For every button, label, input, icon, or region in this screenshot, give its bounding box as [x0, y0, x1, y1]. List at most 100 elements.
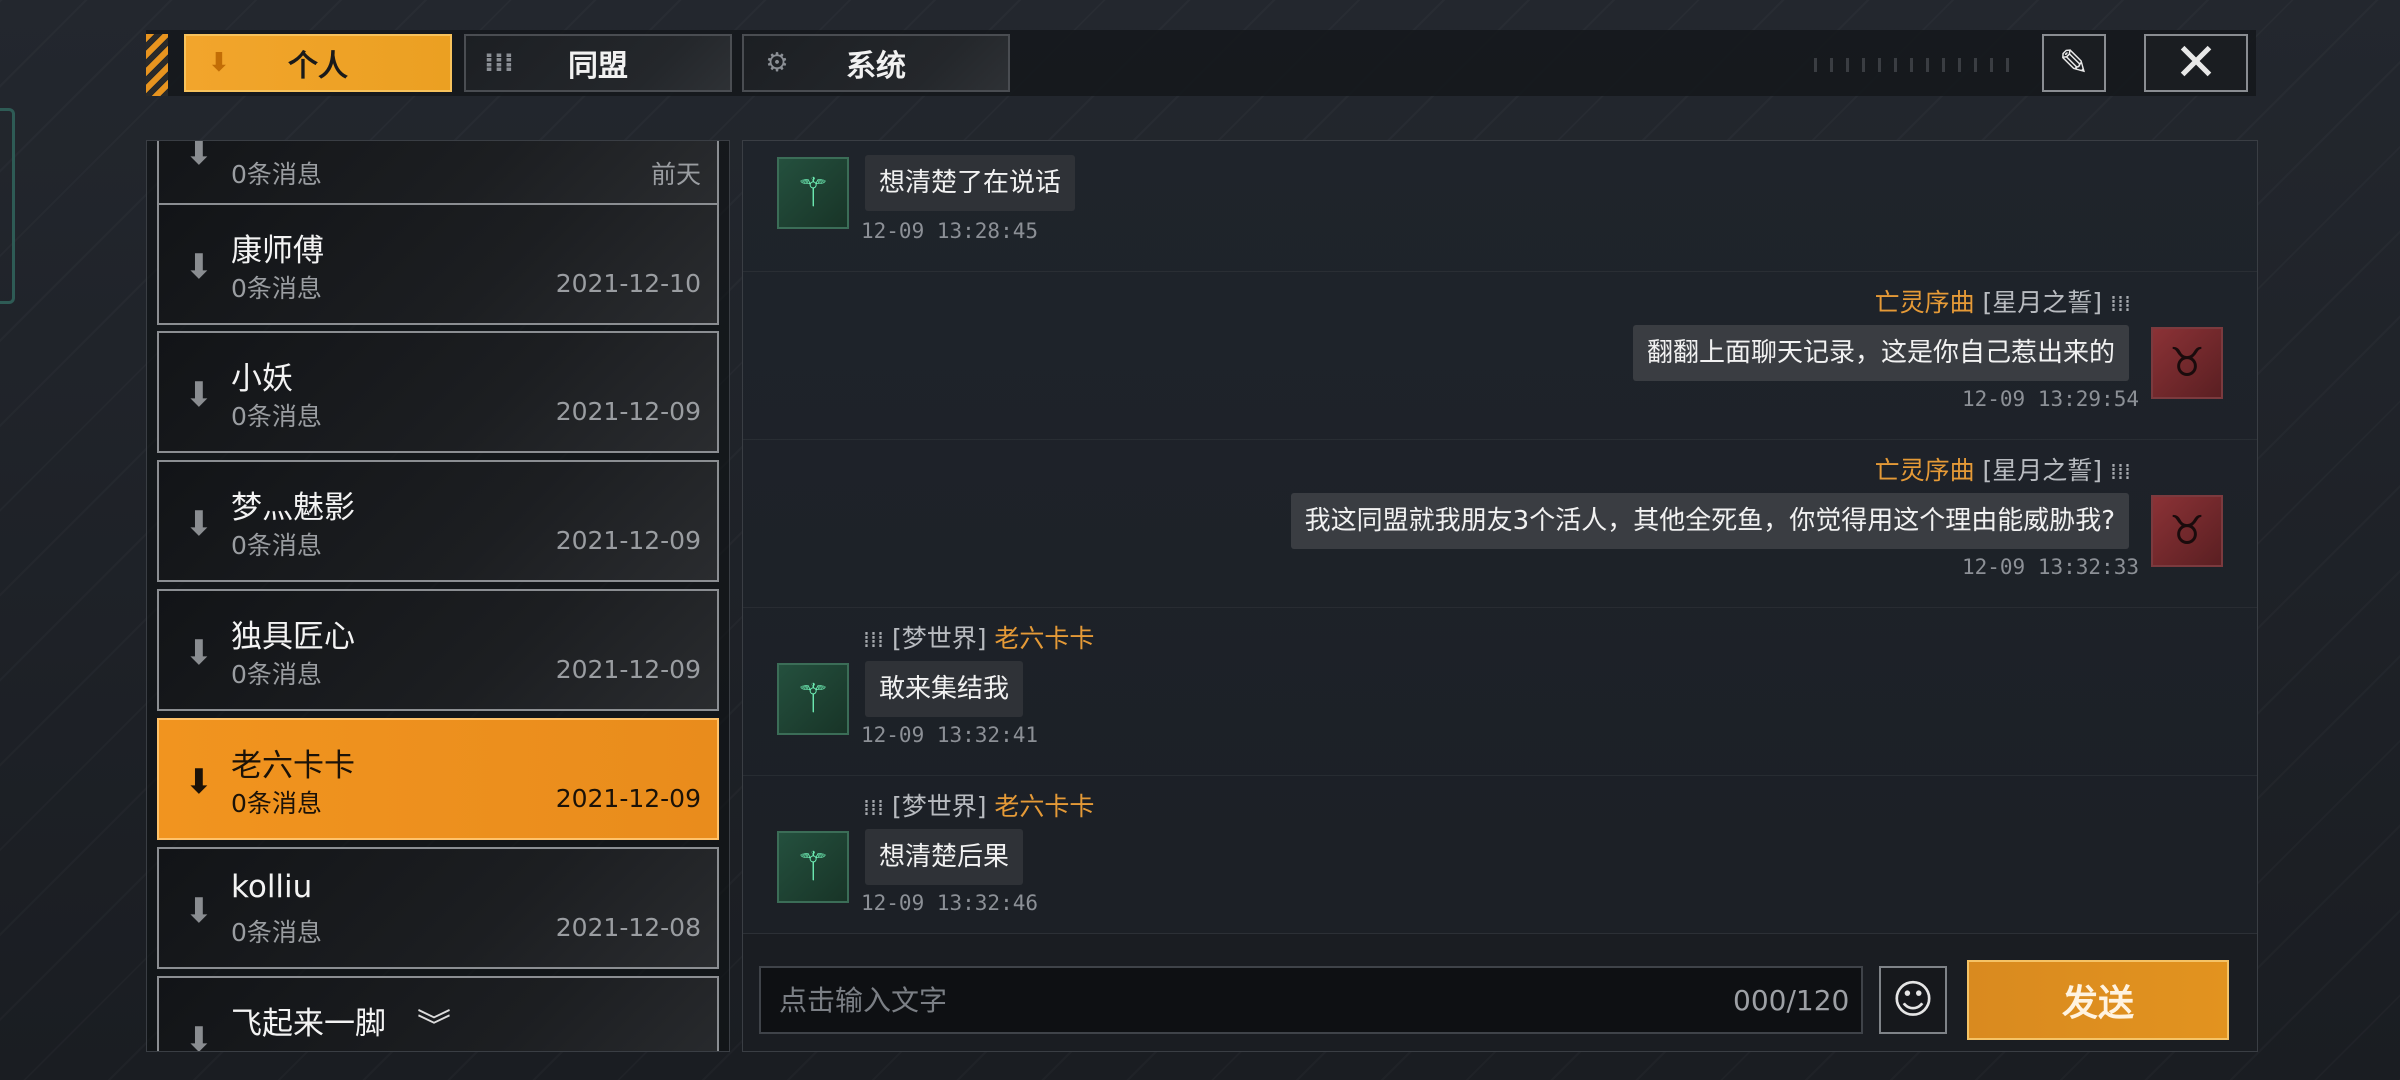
message-timestamp: 12-09 13:32:41 — [861, 723, 1039, 747]
message-bubble: 我这同盟就我朋友3个活人，其他全死鱼，你觉得用这个理由能威胁我? — [1290, 493, 2129, 549]
sender-line: ⁞⁞⁞ [梦世界] 老六卡卡 — [863, 787, 1094, 823]
hazard-stripe — [146, 34, 168, 96]
tab-alliance[interactable]: ⁞⁞⁞ 同盟 — [464, 34, 732, 92]
divider — [743, 439, 2257, 440]
emoji-button[interactable]: ☺ — [1879, 966, 1947, 1034]
sender-line: 亡灵序曲 [星月之誓] ⁞⁞⁞ — [1875, 283, 2131, 319]
avatar[interactable]: ♉ — [2151, 327, 2223, 399]
list-item[interactable]: ⬇ 独具匠心 0条消息 2021-12-09 — [157, 589, 719, 711]
chat-panel: ⚚ 想清楚了在说话 12-09 13:28:45 亡灵序曲 [星月之誓] ⁞⁞⁞… — [742, 140, 2258, 1052]
message-input[interactable] — [759, 966, 1863, 1034]
divider — [743, 775, 2257, 776]
contact-date: 2021-12-10 — [555, 269, 701, 298]
message-bubble: 想清楚后果 — [865, 829, 1024, 885]
list-item[interactable]: ⬇ 梦灬魅影 0条消息 2021-12-09 — [157, 460, 719, 582]
close-button[interactable]: ✕ — [2144, 33, 2248, 93]
avatar[interactable]: ⚚ — [777, 663, 849, 735]
alliance-tag: [星月之誓] — [1982, 288, 2103, 317]
divider — [743, 271, 2257, 272]
contact-date: 前天 — [650, 160, 701, 189]
contact-name: 梦灬魅影 — [231, 490, 355, 526]
contact-message-count: 0条消息 — [231, 918, 322, 947]
contact-name: kolliu — [231, 869, 313, 905]
contact-message-count: 0条消息 — [231, 402, 322, 431]
contact-message-count: 0条消息 — [231, 531, 322, 560]
contact-message-count: 0条消息 — [231, 789, 322, 818]
contact-name: 飞起来一脚 — [231, 1006, 386, 1042]
contact-name: 小妖 — [231, 361, 293, 397]
tab-system[interactable]: ⚙ 系统 — [742, 34, 1010, 92]
alliance-tag: [梦世界] — [891, 624, 987, 653]
contact-name: 独具匠心 — [231, 619, 355, 655]
alliance-tag: [梦世界] — [891, 792, 987, 821]
avatar[interactable]: ♉ — [2151, 495, 2223, 567]
tab-label: 个人 — [288, 49, 348, 84]
download-arrow-icon: ⬇ — [184, 140, 214, 173]
list-item[interactable]: ⬇ 小妖 0条消息 2021-12-09 — [157, 331, 719, 453]
contact-name: 康师傅 — [231, 233, 324, 269]
download-arrow-icon: ⬇ — [184, 247, 214, 287]
alliance-icon: ⁞⁞⁞ — [484, 48, 514, 78]
contact-date: 2021-12-09 — [555, 784, 701, 813]
download-arrow-icon: ⬇ — [208, 48, 230, 78]
alliance-icon: ⁞⁞⁞ — [863, 628, 884, 653]
contact-name: 老六卡卡 — [231, 748, 355, 784]
message-bubble: 翻翻上面聊天记录，这是你自己惹出来的 — [1632, 325, 2129, 381]
message-timestamp: 12-09 13:32:33 — [1961, 555, 2139, 579]
gear-icon: ⚙ — [765, 48, 789, 78]
contact-date: 2021-12-09 — [555, 397, 701, 426]
message-bubble: 想清楚了在说话 — [865, 155, 1076, 211]
list-item-selected[interactable]: ⬇ 老六卡卡 0条消息 2021-12-09 — [157, 718, 719, 840]
tab-label: 系统 — [846, 49, 906, 84]
chat-input-bar: 000/120 ☺ 发送 — [743, 933, 2257, 1051]
download-arrow-icon: ⬇ — [184, 375, 214, 415]
message-timestamp: 12-09 13:29:54 — [1961, 387, 2139, 411]
message-timestamp: 12-09 13:32:46 — [861, 891, 1039, 915]
avatar-emblem-icon: ⚚ — [795, 676, 831, 722]
tab-label: 同盟 — [568, 49, 628, 84]
emoji-icon: ☺ — [1892, 977, 1934, 1023]
avatar-emblem-icon: ♉ — [2169, 340, 2205, 386]
list-item[interactable]: ⬇ 康师傅 0条消息 2021-12-10 — [157, 203, 719, 325]
alliance-icon: ⁞⁞⁞ — [2110, 460, 2131, 485]
top-tab-bar: ⬇ 个人 ⁞⁞⁞ 同盟 ⚙ 系统 ✎ ✕ — [146, 30, 2256, 96]
contact-date: 2021-12-09 — [555, 655, 701, 684]
avatar-emblem-icon: ⚚ — [795, 170, 831, 216]
edge-bracket — [0, 108, 15, 304]
download-arrow-icon: ⬇ — [184, 1020, 214, 1052]
sender-name[interactable]: 老六卡卡 — [994, 792, 1094, 821]
alliance-icon: ⁞⁞⁞ — [2110, 292, 2131, 317]
message-timestamp: 12-09 13:28:45 — [861, 219, 1039, 243]
contact-message-count: 0条消息 — [231, 274, 322, 303]
alliance-icon: ⁞⁞⁞ — [863, 796, 884, 821]
contact-list[interactable]: ⬇ 0条消息 前天 ⬇ 康师傅 0条消息 2021-12-10 ⬇ 小妖 0条消… — [146, 140, 730, 1052]
tab-personal[interactable]: ⬇ 个人 — [184, 34, 452, 92]
scroll-down-chevron-icon[interactable]: ︾ — [417, 999, 451, 1048]
sender-name[interactable]: 亡灵序曲 — [1875, 288, 1975, 317]
sender-name[interactable]: 亡灵序曲 — [1875, 456, 1975, 485]
divider — [743, 607, 2257, 608]
contact-message-count: 0条消息 — [231, 160, 322, 189]
edit-button[interactable]: ✎ — [2042, 34, 2106, 92]
send-button[interactable]: 发送 — [1967, 960, 2229, 1040]
sender-line: 亡灵序曲 [星月之誓] ⁞⁞⁞ — [1875, 451, 2131, 487]
message-bubble: 敢来集结我 — [865, 661, 1024, 717]
avatar-emblem-icon: ⚚ — [795, 844, 831, 890]
list-item[interactable]: ⬇ kolliu 0条消息 2021-12-08 — [157, 847, 719, 969]
download-arrow-icon: ⬇ — [184, 504, 214, 544]
contact-date: 2021-12-08 — [555, 913, 701, 942]
download-arrow-icon: ⬇ — [184, 762, 214, 802]
alliance-tag: [星月之誓] — [1982, 456, 2103, 485]
pencil-icon: ✎ — [2058, 42, 2090, 84]
download-arrow-icon: ⬇ — [184, 633, 214, 673]
close-icon: ✕ — [2174, 33, 2218, 93]
char-counter: 000/120 — [1733, 984, 1850, 1017]
decorative-ticks — [1814, 58, 2014, 72]
sender-name[interactable]: 老六卡卡 — [994, 624, 1094, 653]
avatar[interactable]: ⚚ — [777, 831, 849, 903]
avatar-emblem-icon: ♉ — [2169, 508, 2205, 554]
list-item[interactable]: ⬇ 0条消息 前天 — [157, 140, 719, 211]
contact-date: 2021-12-09 — [555, 526, 701, 555]
avatar[interactable]: ⚚ — [777, 157, 849, 229]
download-arrow-icon: ⬇ — [184, 891, 214, 931]
